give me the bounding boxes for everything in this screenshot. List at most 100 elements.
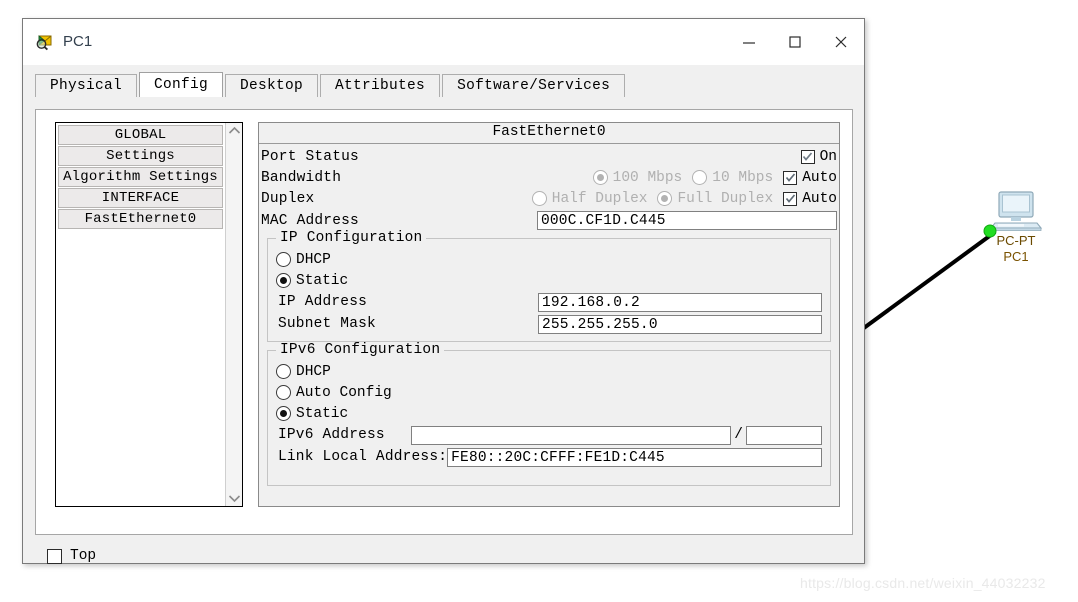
bandwidth-10-label: 10 Mbps bbox=[712, 169, 774, 186]
port-status-row: Port Status On bbox=[259, 146, 839, 167]
sidebar-item-global[interactable]: GLOBAL bbox=[58, 125, 223, 145]
ip-dhcp-option[interactable]: DHCP bbox=[276, 249, 822, 270]
ipv6-static-label: Static bbox=[296, 405, 349, 422]
chevron-down-icon[interactable] bbox=[228, 494, 241, 503]
tab-physical[interactable]: Physical bbox=[35, 74, 138, 97]
config-panel: GLOBAL Settings Algorithm Settings INTER… bbox=[35, 109, 853, 535]
config-tree-sidebar[interactable]: GLOBAL Settings Algorithm Settings INTER… bbox=[55, 122, 243, 507]
node-name-label: PC1 bbox=[1003, 249, 1029, 264]
bandwidth-auto-checkbox[interactable] bbox=[783, 170, 798, 185]
sidebar-item-interface[interactable]: INTERFACE bbox=[58, 188, 223, 208]
mac-address-input[interactable]: 000C.CF1D.C445 bbox=[537, 211, 837, 230]
ip-address-label: IP Address bbox=[278, 294, 368, 310]
ipv6-dhcp-label: DHCP bbox=[296, 363, 331, 380]
bandwidth-100-radio[interactable] bbox=[592, 170, 608, 185]
tab-attributes[interactable]: Attributes bbox=[320, 74, 441, 97]
ipv6-auto-config-option[interactable]: Auto Config bbox=[276, 382, 822, 403]
check-icon bbox=[785, 194, 795, 203]
window-titlebar[interactable]: PC1 bbox=[23, 19, 864, 65]
interface-form-body: Port Status On Bandwidth 100 Mbps 10 Mbp… bbox=[259, 144, 839, 486]
sidebar-item-algorithm-settings[interactable]: Algorithm Settings bbox=[58, 167, 223, 187]
ipv6-address-input[interactable] bbox=[411, 425, 732, 445]
interface-header: FastEthernet0 bbox=[259, 123, 839, 144]
ipv6-prefix-separator: / bbox=[734, 427, 743, 443]
duplex-label: Duplex bbox=[261, 190, 315, 207]
link-status-indicator bbox=[983, 224, 997, 238]
ipv6-address-row: IPv6 Address / bbox=[276, 424, 822, 446]
ipv6-configuration-title: IPv6 Configuration bbox=[276, 342, 445, 358]
duplex-auto-checkbox[interactable] bbox=[783, 191, 798, 206]
window-title: PC1 bbox=[63, 33, 93, 50]
duplex-full-label: Full Duplex bbox=[677, 190, 774, 207]
ipv6-auto-config-label: Auto Config bbox=[296, 384, 392, 401]
maximize-button[interactable] bbox=[772, 20, 818, 64]
port-status-checkbox[interactable] bbox=[800, 149, 815, 164]
ipv6-address-label: IPv6 Address bbox=[278, 427, 385, 443]
tab-software-services[interactable]: Software/Services bbox=[442, 74, 626, 97]
ip-static-option[interactable]: Static bbox=[276, 270, 822, 291]
maximize-icon bbox=[789, 35, 801, 48]
duplex-half-option[interactable]: Half Duplex bbox=[531, 190, 648, 207]
duplex-half-radio[interactable] bbox=[531, 191, 547, 206]
top-checkbox[interactable] bbox=[47, 548, 62, 564]
bandwidth-100-label: 100 Mbps bbox=[612, 169, 683, 186]
subnet-mask-label: Subnet Mask bbox=[278, 316, 376, 332]
config-tree[interactable]: GLOBAL Settings Algorithm Settings INTER… bbox=[56, 123, 225, 506]
bandwidth-10-option[interactable]: 10 Mbps bbox=[692, 170, 773, 186]
minimize-button[interactable] bbox=[726, 20, 772, 64]
duplex-half-label: Half Duplex bbox=[551, 190, 648, 207]
ip-configuration-title: IP Configuration bbox=[276, 230, 427, 246]
ipv6-auto-config-radio[interactable] bbox=[276, 385, 291, 400]
titlebar-left: PC1 bbox=[23, 32, 726, 52]
duplex-full-option[interactable]: Full Duplex bbox=[657, 191, 773, 207]
device-config-window: PC1 Physical Config Desktop Attributes S… bbox=[22, 18, 865, 564]
tab-desktop[interactable]: Desktop bbox=[225, 74, 319, 97]
ipv6-dhcp-radio[interactable] bbox=[276, 364, 291, 379]
sidebar-item-settings[interactable]: Settings bbox=[58, 146, 223, 166]
duplex-full-radio[interactable] bbox=[657, 191, 673, 206]
ip-static-label: Static bbox=[296, 272, 349, 289]
top-checkbox-row[interactable]: Top bbox=[47, 548, 96, 564]
bandwidth-10-radio[interactable] bbox=[692, 170, 708, 185]
subnet-mask-row: Subnet Mask 255.255.255.0 bbox=[276, 313, 822, 335]
bandwidth-auto-label: Auto bbox=[802, 169, 837, 186]
close-button[interactable] bbox=[818, 20, 864, 64]
ip-dhcp-label: DHCP bbox=[296, 251, 331, 268]
ipv6-static-radio[interactable] bbox=[276, 406, 291, 421]
tab-config[interactable]: Config bbox=[139, 72, 224, 97]
bandwidth-label: Bandwidth bbox=[261, 169, 342, 186]
port-status-label: Port Status bbox=[261, 148, 359, 165]
ipv6-configuration-group: IPv6 Configuration DHCP Auto Config Stat… bbox=[267, 342, 831, 486]
chevron-up-icon[interactable] bbox=[228, 126, 241, 135]
top-checkbox-label: Top bbox=[70, 548, 97, 564]
duplex-row: Duplex Half Duplex Full Duplex Auto bbox=[259, 188, 839, 209]
port-status-on-label: On bbox=[819, 148, 837, 165]
mac-address-row: MAC Address 000C.CF1D.C445 bbox=[259, 209, 839, 232]
interface-form: FastEthernet0 Port Status On Bandwidth 1… bbox=[258, 122, 840, 507]
duplex-auto-label: Auto bbox=[802, 190, 837, 207]
packet-tracer-icon bbox=[36, 34, 52, 50]
tab-strip[interactable]: Physical Config Desktop Attributes Softw… bbox=[35, 72, 864, 97]
ipv6-dhcp-option[interactable]: DHCP bbox=[276, 361, 822, 382]
ipv6-static-option[interactable]: Static bbox=[276, 403, 822, 424]
link-local-address-label: Link Local Address: bbox=[278, 449, 448, 465]
link-local-address-input[interactable]: FE80::20C:CFFF:FE1D:C445 bbox=[447, 447, 822, 467]
ip-address-input[interactable]: 192.168.0.2 bbox=[538, 292, 822, 312]
ip-static-radio[interactable] bbox=[276, 273, 291, 288]
close-icon bbox=[835, 36, 847, 47]
watermark-text: https://blog.csdn.net/weixin_44032232 bbox=[800, 575, 1046, 591]
sidebar-item-fastethernet0[interactable]: FastEthernet0 bbox=[58, 209, 223, 229]
mac-address-label: MAC Address bbox=[261, 212, 359, 229]
check-icon bbox=[785, 173, 795, 182]
sidebar-scrollbar[interactable] bbox=[225, 123, 242, 506]
ipv6-prefix-input[interactable] bbox=[746, 425, 822, 445]
pc-desktop-icon bbox=[989, 191, 1043, 231]
link-local-address-row: Link Local Address: FE80::20C:CFFF:FE1D:… bbox=[276, 446, 822, 468]
check-icon bbox=[802, 152, 813, 161]
ip-dhcp-radio[interactable] bbox=[276, 252, 291, 267]
ip-address-row: IP Address 192.168.0.2 bbox=[276, 291, 822, 313]
subnet-mask-input[interactable]: 255.255.255.0 bbox=[538, 314, 822, 334]
minimize-icon bbox=[743, 41, 755, 44]
bandwidth-100-option[interactable]: 100 Mbps bbox=[592, 169, 683, 186]
ip-configuration-group: IP Configuration DHCP Static IP Address … bbox=[267, 230, 831, 342]
